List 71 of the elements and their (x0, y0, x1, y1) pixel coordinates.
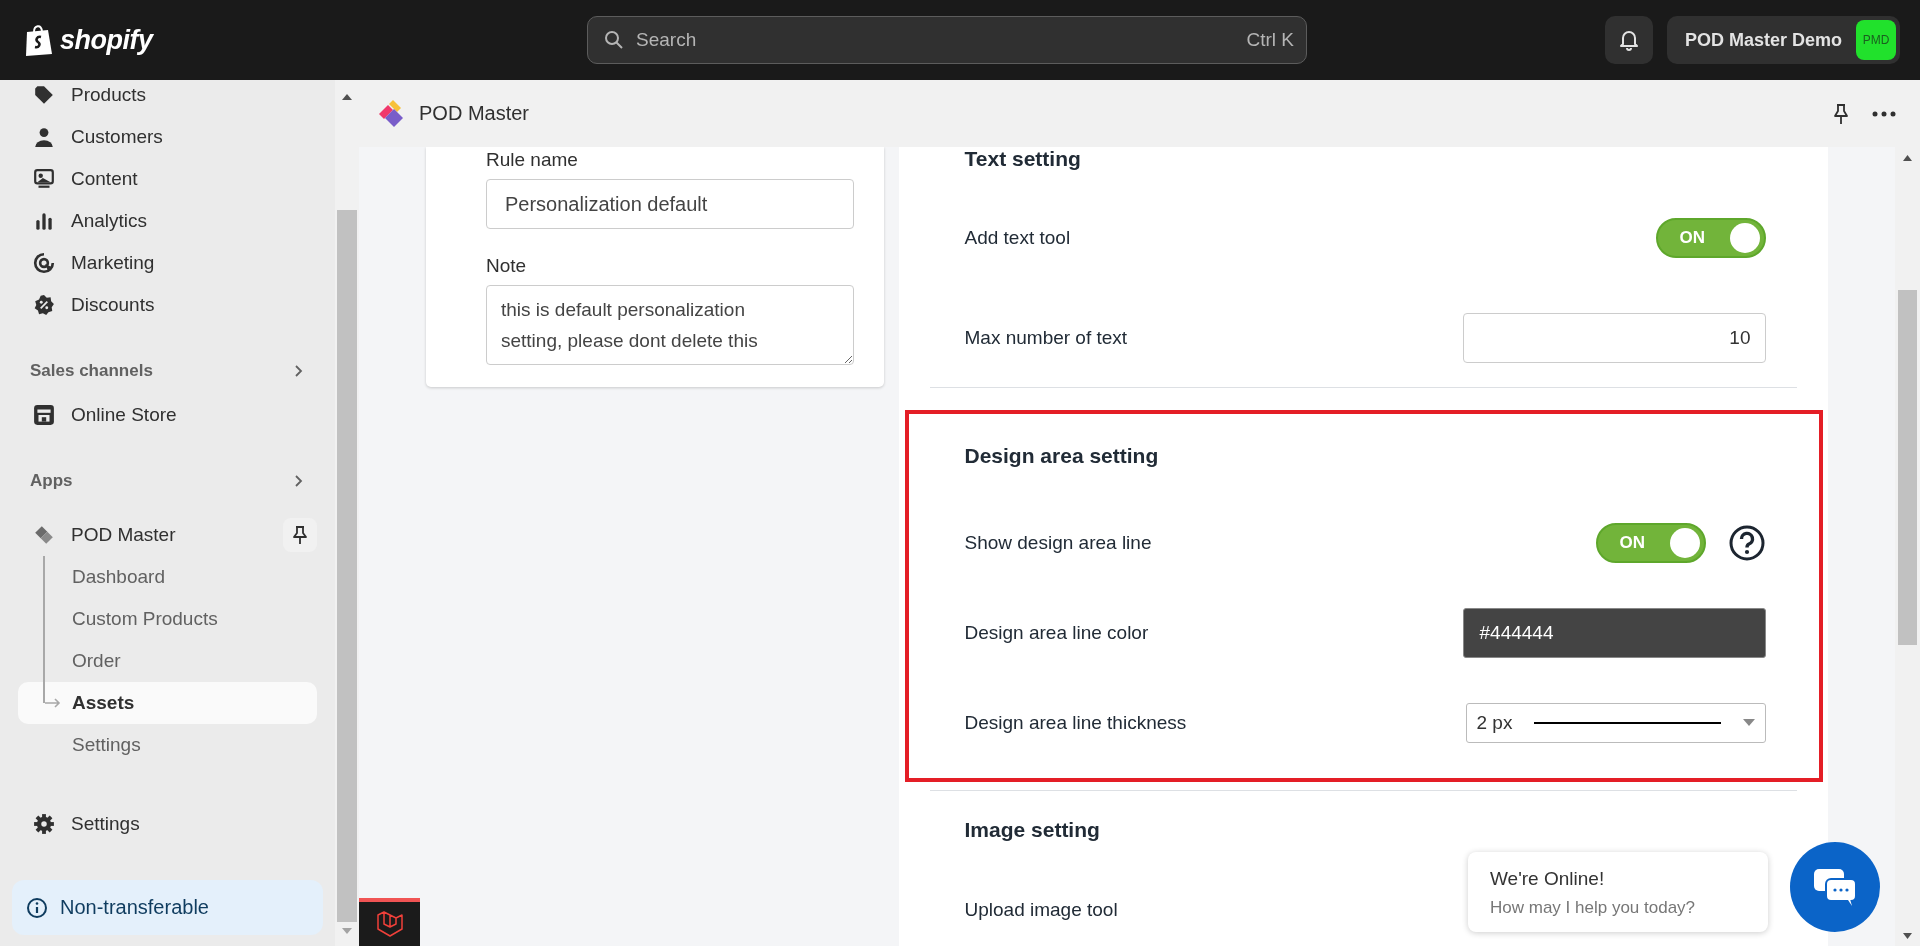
section-heading: Text setting (964, 147, 1082, 172)
storefront-icon (33, 404, 55, 426)
scrollbar-drawing[interactable] (1895, 147, 1920, 946)
app-logo-icon (377, 99, 405, 128)
cube-outline-icon (374, 909, 405, 939)
app-nav-item[interactable]: Custom Products (18, 598, 317, 640)
tag-icon (33, 84, 55, 106)
help-icon[interactable] (1727, 524, 1766, 562)
app-name[interactable]: POD Master (71, 524, 176, 546)
pin-icon (1832, 102, 1850, 125)
image-icon (33, 168, 55, 190)
setting-label: Design area line thickness (964, 712, 1187, 734)
target-icon (33, 252, 55, 274)
chat-bubbles-icon (1812, 867, 1858, 907)
pin-icon (291, 525, 309, 545)
sidebar-item[interactable]: Products (18, 80, 317, 116)
app-nav-item[interactable]: Dashboard (18, 556, 317, 598)
section-heading: Apps (30, 471, 73, 491)
search-field[interactable]: Search (634, 28, 1237, 52)
sidebar-item[interactable]: Marketing (18, 242, 317, 284)
store-avatar: PMD (1856, 20, 1896, 60)
app-nav-item[interactable]: Order (18, 640, 317, 682)
chevron-right-icon[interactable] (293, 474, 303, 488)
setting-label: Upload image tool (964, 899, 1118, 921)
chevron-right-icon[interactable] (293, 364, 303, 378)
setting-label: Design area line color (964, 622, 1149, 644)
field-label: Rule name (486, 149, 579, 171)
sidebar-item[interactable]: Online Store (18, 394, 317, 436)
field-label: Note (486, 255, 528, 277)
sidebar-item[interactable]: Customers (18, 116, 317, 158)
section-heading: Sales channels (30, 361, 153, 381)
caret-down-icon (1742, 719, 1755, 727)
bell-icon (1617, 29, 1640, 51)
plan-notice: Non-transferable (12, 880, 323, 935)
note-field[interactable]: this is default personalization setting, please dont delete this (486, 285, 854, 365)
shopping-bag-icon (24, 23, 54, 57)
tree-arrow-icon (44, 697, 62, 709)
app-nav-item[interactable]: Settings (18, 724, 317, 766)
shortcut-hint: Ctrl K (1246, 29, 1294, 51)
rule-name-field[interactable]: Personalization default (486, 179, 854, 229)
pin-button[interactable] (283, 518, 317, 552)
chat-invite-card[interactable]: We're Online! How may I help you today? (1468, 852, 1768, 932)
bar-chart-icon (33, 210, 55, 232)
setting-label: Max number of text (964, 327, 1128, 349)
sidebar-item[interactable]: Discounts (18, 284, 317, 326)
sidebar-item[interactable]: Settings (18, 803, 317, 845)
app-title: POD Master (419, 102, 530, 125)
person-icon (33, 126, 55, 148)
app-logo-icon (33, 524, 55, 546)
gear-icon (33, 813, 55, 835)
info-icon (26, 896, 48, 919)
setting-label: Add text tool (964, 227, 1071, 249)
app-nav-item[interactable]: Assets (18, 682, 317, 724)
chat-title: We're Online! (1490, 868, 1606, 890)
debug-bar-button[interactable] (359, 898, 420, 946)
notifications-button[interactable] (1604, 16, 1653, 64)
discount-badge-icon (33, 294, 55, 316)
chat-subtitle: How may I help you today? (1490, 898, 1697, 918)
ellipsis-icon (1872, 110, 1896, 117)
shopify-logo-text: shopify (60, 24, 153, 56)
sidebar-item[interactable]: Analytics (18, 200, 317, 242)
search-bar[interactable]: Search Ctrl K (587, 16, 1307, 64)
sidebar-item[interactable]: Content (18, 158, 317, 200)
setting-label: Show design area line (964, 532, 1152, 554)
thickness-select[interactable]: 2 px (1465, 703, 1766, 743)
section-heading: Image setting (964, 817, 1101, 843)
search-icon (604, 30, 624, 50)
color-field[interactable]: #444444 (1462, 608, 1766, 658)
store-menu-button[interactable]: POD Master Demo PMD (1666, 16, 1900, 64)
section-heading: Design area setting (964, 443, 1160, 469)
number-field[interactable]: 10 (1462, 313, 1766, 363)
